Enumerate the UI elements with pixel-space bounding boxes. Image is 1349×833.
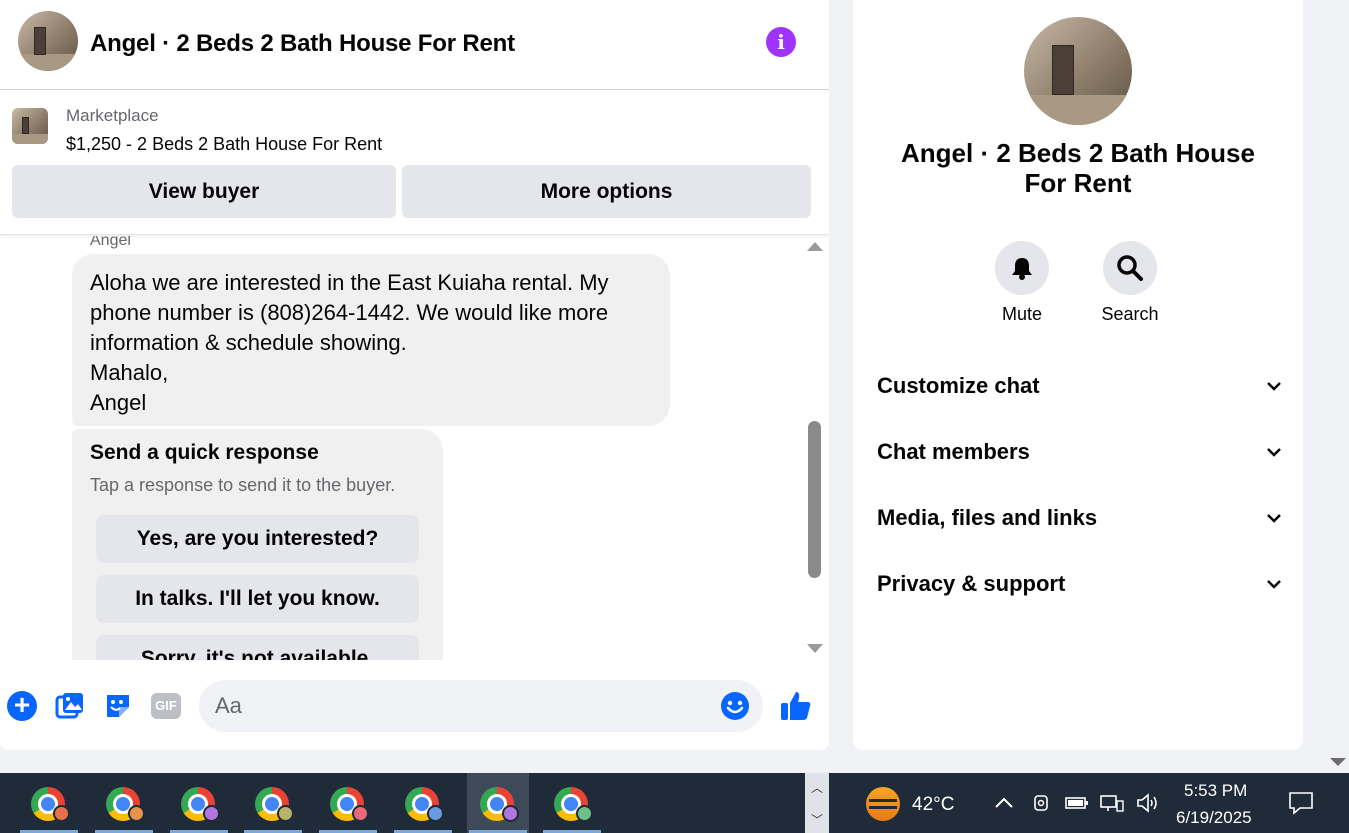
chrome-profile-app[interactable] xyxy=(541,773,603,833)
chrome-profile-app[interactable] xyxy=(242,773,304,833)
profile-title-line: For Rent xyxy=(1024,168,1132,198)
chevron-down-icon xyxy=(1267,382,1281,391)
weather-icon[interactable] xyxy=(866,787,900,821)
profile-badge-icon xyxy=(576,805,593,822)
message-scrollbar-thumb[interactable] xyxy=(808,421,821,578)
clock-time[interactable]: 5:53 PM xyxy=(1184,781,1247,801)
page-scrollbar[interactable] xyxy=(1327,0,1349,773)
profile-badge-icon xyxy=(502,805,519,822)
chevron-down-icon xyxy=(1267,448,1281,457)
chat-header: Angel · 2 Beds 2 Bath House For Rent i xyxy=(0,0,829,90)
chrome-profile-app[interactable] xyxy=(93,773,155,833)
profile-badge-icon xyxy=(427,805,444,822)
profile-badge-icon xyxy=(352,805,369,822)
message-line: Angel xyxy=(90,390,147,415)
chrome-profile-app[interactable] xyxy=(168,773,230,833)
conversation-details-panel: Angel · 2 Beds 2 Bath House For Rent Mut… xyxy=(853,0,1303,750)
notifications-icon[interactable] xyxy=(1288,790,1314,816)
section-media-files-links[interactable]: Media, files and links xyxy=(877,498,1281,538)
message-list[interactable]: Angel Aloha we are interested in the Eas… xyxy=(0,236,829,660)
taskbar-scroll[interactable]: ︿ ﹀ xyxy=(805,773,829,833)
clock-date[interactable]: 6/19/2025 xyxy=(1176,808,1252,828)
show-hidden-icons-icon[interactable] xyxy=(993,792,1015,814)
camera-icon[interactable] xyxy=(1030,792,1052,814)
more-options-button[interactable]: More options xyxy=(402,165,811,218)
mute-button[interactable]: Mute xyxy=(982,241,1062,325)
message-line: Mahalo, xyxy=(90,360,169,385)
chat-panel: Angel · 2 Beds 2 Bath House For Rent i M… xyxy=(0,0,829,750)
quick-response-card: Send a quick response Tap a response to … xyxy=(72,429,443,660)
image-icon[interactable] xyxy=(55,691,85,721)
section-label: Chat members xyxy=(877,439,1030,464)
quick-response-subtitle: Tap a response to send it to the buyer. xyxy=(90,475,396,495)
profile-badge-icon xyxy=(203,805,220,822)
bell-icon xyxy=(1012,258,1032,280)
plus-icon[interactable]: + xyxy=(7,691,37,721)
chrome-profile-app[interactable] xyxy=(317,773,379,833)
chrome-profile-app[interactable] xyxy=(392,773,454,833)
quick-response-option[interactable]: Sorry, it's not available. xyxy=(96,635,419,660)
profile-title-line: Angel · 2 Beds 2 Bath House xyxy=(901,138,1255,168)
info-icon[interactable]: i xyxy=(766,27,796,57)
quick-response-title: Send a quick response xyxy=(90,441,319,464)
section-label: Privacy & support xyxy=(877,571,1066,596)
sender-name: Angel xyxy=(90,236,131,249)
chevron-down-icon[interactable]: ﹀ xyxy=(811,811,823,828)
chevron-down-icon xyxy=(1267,514,1281,523)
page-scroll-down-arrow[interactable] xyxy=(1330,758,1346,766)
sticker-icon[interactable] xyxy=(103,691,133,721)
message-composer: + GIF xyxy=(0,660,829,750)
listing-title[interactable]: $1,250 - 2 Beds 2 Bath House For Rent xyxy=(66,134,382,155)
windows-taskbar: ︿ ﹀ 42°C 5:53 PM 6/19/2025 xyxy=(0,773,1349,833)
search-icon xyxy=(1117,255,1143,281)
chevron-down-icon xyxy=(1267,580,1281,589)
battery-icon[interactable] xyxy=(1064,792,1090,814)
section-customize-chat[interactable]: Customize chat xyxy=(877,366,1281,406)
section-privacy-support[interactable]: Privacy & support xyxy=(877,564,1281,604)
scroll-down-arrow[interactable] xyxy=(807,644,823,653)
volume-icon[interactable] xyxy=(1135,792,1161,814)
scroll-up-arrow[interactable] xyxy=(807,242,823,251)
section-label: Media, files and links xyxy=(877,505,1098,530)
section-label: Customize chat xyxy=(877,373,1040,398)
network-icon[interactable] xyxy=(1099,792,1125,814)
view-buyer-button[interactable]: View buyer xyxy=(12,165,396,218)
message-line: phone number is (808)264-1442. We would … xyxy=(90,300,609,325)
mute-label: Mute xyxy=(1001,304,1043,324)
chrome-profile-app-active[interactable] xyxy=(467,773,529,833)
marketplace-label: Marketplace xyxy=(66,106,159,125)
profile-title: Angel · 2 Beds 2 Bath House For Rent xyxy=(853,138,1303,198)
marketplace-listing-bar: Marketplace $1,250 - 2 Beds 2 Bath House… xyxy=(0,91,829,235)
profile-badge-icon xyxy=(53,805,70,822)
message-input[interactable] xyxy=(199,680,763,732)
profile-badge-icon xyxy=(277,805,294,822)
quick-response-option[interactable]: Yes, are you interested? xyxy=(96,515,419,563)
temperature[interactable]: 42°C xyxy=(912,794,954,816)
quick-response-option[interactable]: In talks. I'll let you know. xyxy=(96,575,419,623)
emoji-icon[interactable] xyxy=(720,691,750,721)
listing-thumbnail[interactable] xyxy=(12,108,48,144)
chevron-up-icon[interactable]: ︿ xyxy=(811,779,823,796)
chrome-profile-app[interactable] xyxy=(18,773,80,833)
message-bubble[interactable]: Aloha we are interested in the East Kuia… xyxy=(72,254,670,426)
conversation-avatar[interactable] xyxy=(18,11,78,71)
section-chat-members[interactable]: Chat members xyxy=(877,432,1281,472)
thumbs-up-icon[interactable] xyxy=(779,689,813,723)
profile-avatar[interactable] xyxy=(1024,17,1132,125)
conversation-title[interactable]: Angel · 2 Beds 2 Bath House For Rent xyxy=(90,30,515,58)
message-line: information & schedule showing. xyxy=(90,330,407,355)
search-label: Search xyxy=(1101,304,1159,324)
search-button[interactable]: Search xyxy=(1090,241,1170,325)
message-line: Aloha we are interested in the East Kuia… xyxy=(90,270,609,295)
gif-icon[interactable]: GIF xyxy=(151,693,181,719)
profile-badge-icon xyxy=(128,805,145,822)
